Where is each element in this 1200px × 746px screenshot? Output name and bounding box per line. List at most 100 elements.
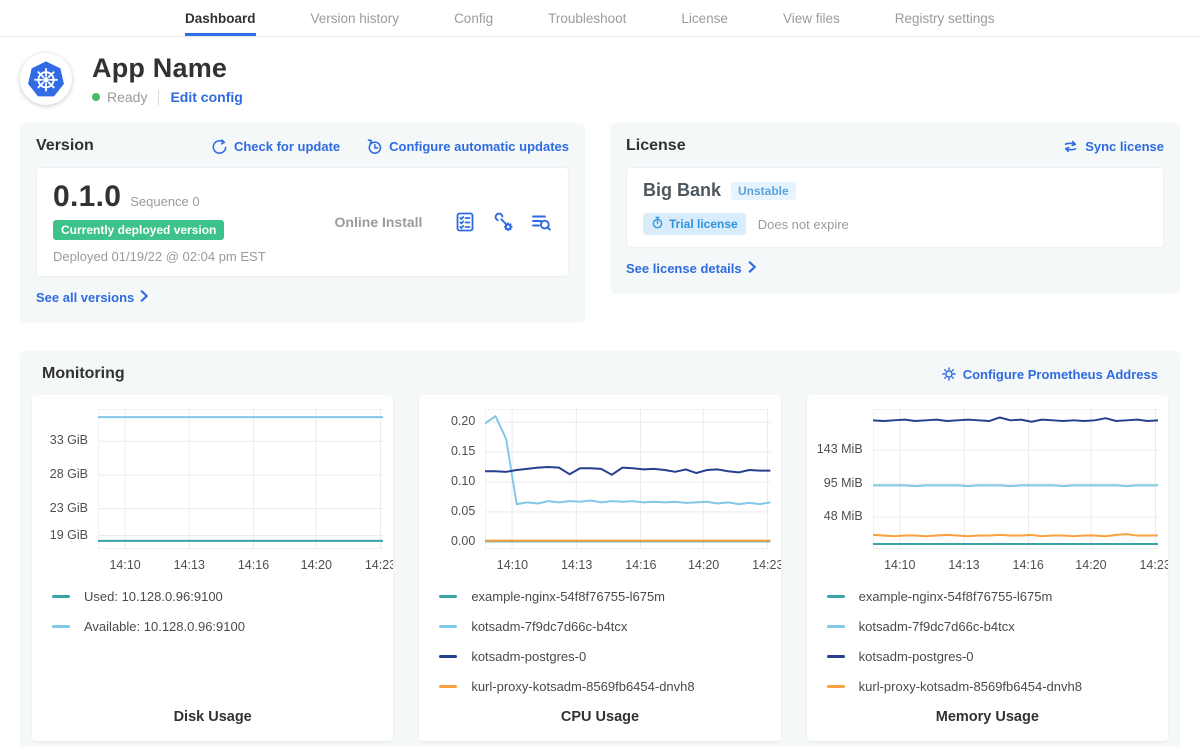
legend-item: kurl-proxy-kotsadm-8569fb6454-dnvh8 xyxy=(439,679,780,694)
y-axis-tick-label: 48 MiB xyxy=(807,509,863,523)
check-for-update-label: Check for update xyxy=(234,139,340,154)
y-axis-tick-label: 143 MiB xyxy=(807,442,863,456)
x-axis-tick-label: 14:20 xyxy=(1075,558,1106,572)
license-panel: Big Bank Unstable Trial license Do xyxy=(626,167,1164,248)
legend-item: kotsadm-postgres-0 xyxy=(827,649,1168,664)
x-axis-memory-usage: 14:1014:1314:1614:2014:23 xyxy=(873,553,1158,575)
legend-label: Available: 10.128.0.96:9100 xyxy=(84,619,245,634)
legend-item: example-nginx-54f8f76755-l675m xyxy=(439,589,780,604)
x-axis-cpu-usage: 14:1014:1314:1614:2014:23 xyxy=(485,553,770,575)
y-axis-tick-label: 23 GiB xyxy=(32,501,88,515)
x-axis-tick-label: 14:16 xyxy=(238,558,269,572)
legend-label: kurl-proxy-kotsadm-8569fb6454-dnvh8 xyxy=(859,679,1082,694)
trial-license-badge: Trial license xyxy=(643,213,746,235)
legend-item: Used: 10.128.0.96:9100 xyxy=(52,589,393,604)
legend-item: example-nginx-54f8f76755-l675m xyxy=(827,589,1168,604)
x-axis-tick-label: 14:20 xyxy=(301,558,332,572)
refresh-icon xyxy=(211,138,228,155)
tab-license[interactable]: License xyxy=(681,0,728,36)
legend-label: Used: 10.128.0.96:9100 xyxy=(84,589,223,604)
chart-title: CPU Usage xyxy=(419,709,780,725)
x-axis-tick-label: 14:23 xyxy=(365,558,394,572)
configure-automatic-updates-label: Configure automatic updates xyxy=(389,139,569,154)
version-card-title: Version xyxy=(36,137,94,155)
version-card: Version Check for update xyxy=(20,123,585,323)
y-axis-tick-label: 28 GiB xyxy=(32,467,88,481)
see-license-details-link[interactable]: See license details xyxy=(626,261,757,276)
see-all-versions-label: See all versions xyxy=(36,290,134,305)
plot-area-cpu-usage: 0.200.150.100.050.00 xyxy=(419,405,770,553)
chart-panel-disk-usage: 33 GiB28 GiB23 GiB19 GiB14:1014:1314:161… xyxy=(32,395,393,741)
configure-prometheus-button[interactable]: Configure Prometheus Address xyxy=(941,366,1158,382)
clock-arrow-icon xyxy=(366,138,383,155)
legend-label: kotsadm-7f9dc7d66c-b4tcx xyxy=(859,619,1015,634)
expiry-text: Does not expire xyxy=(758,217,849,232)
divider xyxy=(158,90,159,105)
x-axis-tick-label: 14:13 xyxy=(561,558,592,572)
tab-config[interactable]: Config xyxy=(454,0,493,36)
page-title: App Name xyxy=(92,53,243,84)
app-header: App Name Ready Edit config xyxy=(0,37,1200,105)
legend-item: Available: 10.128.0.96:9100 xyxy=(52,619,393,634)
sync-license-button[interactable]: Sync license xyxy=(1062,138,1164,155)
legend-color-dash xyxy=(827,625,845,628)
legend-label: example-nginx-54f8f76755-l675m xyxy=(471,589,665,604)
y-axis-tick-label: 0.10 xyxy=(419,474,475,488)
x-axis-tick-label: 14:13 xyxy=(174,558,205,572)
y-axis-tick-label: 0.20 xyxy=(419,414,475,428)
legend-item: kotsadm-postgres-0 xyxy=(439,649,780,664)
legend-color-dash xyxy=(827,685,845,688)
install-type-label: Online Install xyxy=(303,214,454,230)
check-for-update-button[interactable]: Check for update xyxy=(211,138,340,155)
sequence-label: Sequence 0 xyxy=(130,194,199,209)
view-logs-icon[interactable] xyxy=(530,211,552,233)
x-axis-tick-label: 14:23 xyxy=(752,558,781,572)
tab-version-history[interactable]: Version history xyxy=(311,0,400,36)
legend-memory-usage: example-nginx-54f8f76755-l675m kotsadm-7f… xyxy=(827,589,1168,709)
legend-color-dash xyxy=(52,625,70,628)
y-axis-tick-label: 0.05 xyxy=(419,504,475,518)
legend-cpu-usage: example-nginx-54f8f76755-l675m kotsadm-7f… xyxy=(439,589,780,709)
cards-row: Version Check for update xyxy=(20,123,1180,323)
legend-label: kurl-proxy-kotsadm-8569fb6454-dnvh8 xyxy=(471,679,694,694)
legend-disk-usage: Used: 10.128.0.96:9100 Available: 10.128.… xyxy=(52,589,393,649)
trial-license-label: Trial license xyxy=(669,217,738,231)
tab-dashboard[interactable]: Dashboard xyxy=(185,0,256,36)
y-axis-tick-label: 19 GiB xyxy=(32,528,88,542)
kubernetes-app-icon xyxy=(20,53,72,105)
license-card-title: License xyxy=(626,137,686,155)
plot-area-memory-usage: 143 MiB 95 MiB 48 MiB xyxy=(807,405,1158,553)
customer-name: Big Bank xyxy=(643,180,721,201)
legend-color-dash xyxy=(439,655,457,658)
deployed-timestamp: Deployed 01/19/22 @ 02:04 pm EST xyxy=(53,249,303,264)
configure-automatic-updates-button[interactable]: Configure automatic updates xyxy=(366,138,569,155)
legend-color-dash xyxy=(439,595,457,598)
edit-config-link[interactable]: Edit config xyxy=(170,89,242,105)
monitoring-card: Monitoring Configure Prometheus Address … xyxy=(20,351,1180,746)
legend-item: kotsadm-7f9dc7d66c-b4tcx xyxy=(439,619,780,634)
legend-label: example-nginx-54f8f76755-l675m xyxy=(859,589,1053,604)
legend-color-dash xyxy=(827,595,845,598)
chart-title: Disk Usage xyxy=(32,709,393,725)
monitoring-title: Monitoring xyxy=(42,365,125,383)
chevron-right-icon xyxy=(748,261,757,276)
tab-registry-settings[interactable]: Registry settings xyxy=(895,0,995,36)
y-axis-tick-label: 95 MiB xyxy=(807,476,863,490)
sync-arrows-icon xyxy=(1062,138,1079,155)
edit-config-wrench-icon[interactable] xyxy=(492,211,514,233)
currently-deployed-badge: Currently deployed version xyxy=(53,220,224,240)
x-axis-tick-label: 14:13 xyxy=(948,558,979,572)
kubernetes-wheel-icon xyxy=(26,59,66,99)
tab-troubleshoot[interactable]: Troubleshoot xyxy=(548,0,626,36)
legend-label: kotsadm-postgres-0 xyxy=(859,649,974,664)
preflight-checks-icon[interactable] xyxy=(454,211,476,233)
y-axis-tick-label: 0.00 xyxy=(419,534,475,548)
legend-label: kotsadm-postgres-0 xyxy=(471,649,586,664)
legend-color-dash xyxy=(827,655,845,658)
see-all-versions-link[interactable]: See all versions xyxy=(36,290,149,305)
tab-view-files[interactable]: View files xyxy=(783,0,840,36)
configure-prometheus-label: Configure Prometheus Address xyxy=(963,367,1158,382)
chart-panel-cpu-usage: 0.200.150.100.050.0014:1014:1314:1614:20… xyxy=(419,395,780,741)
status-dot xyxy=(92,93,100,101)
x-axis-tick-label: 14:16 xyxy=(625,558,656,572)
